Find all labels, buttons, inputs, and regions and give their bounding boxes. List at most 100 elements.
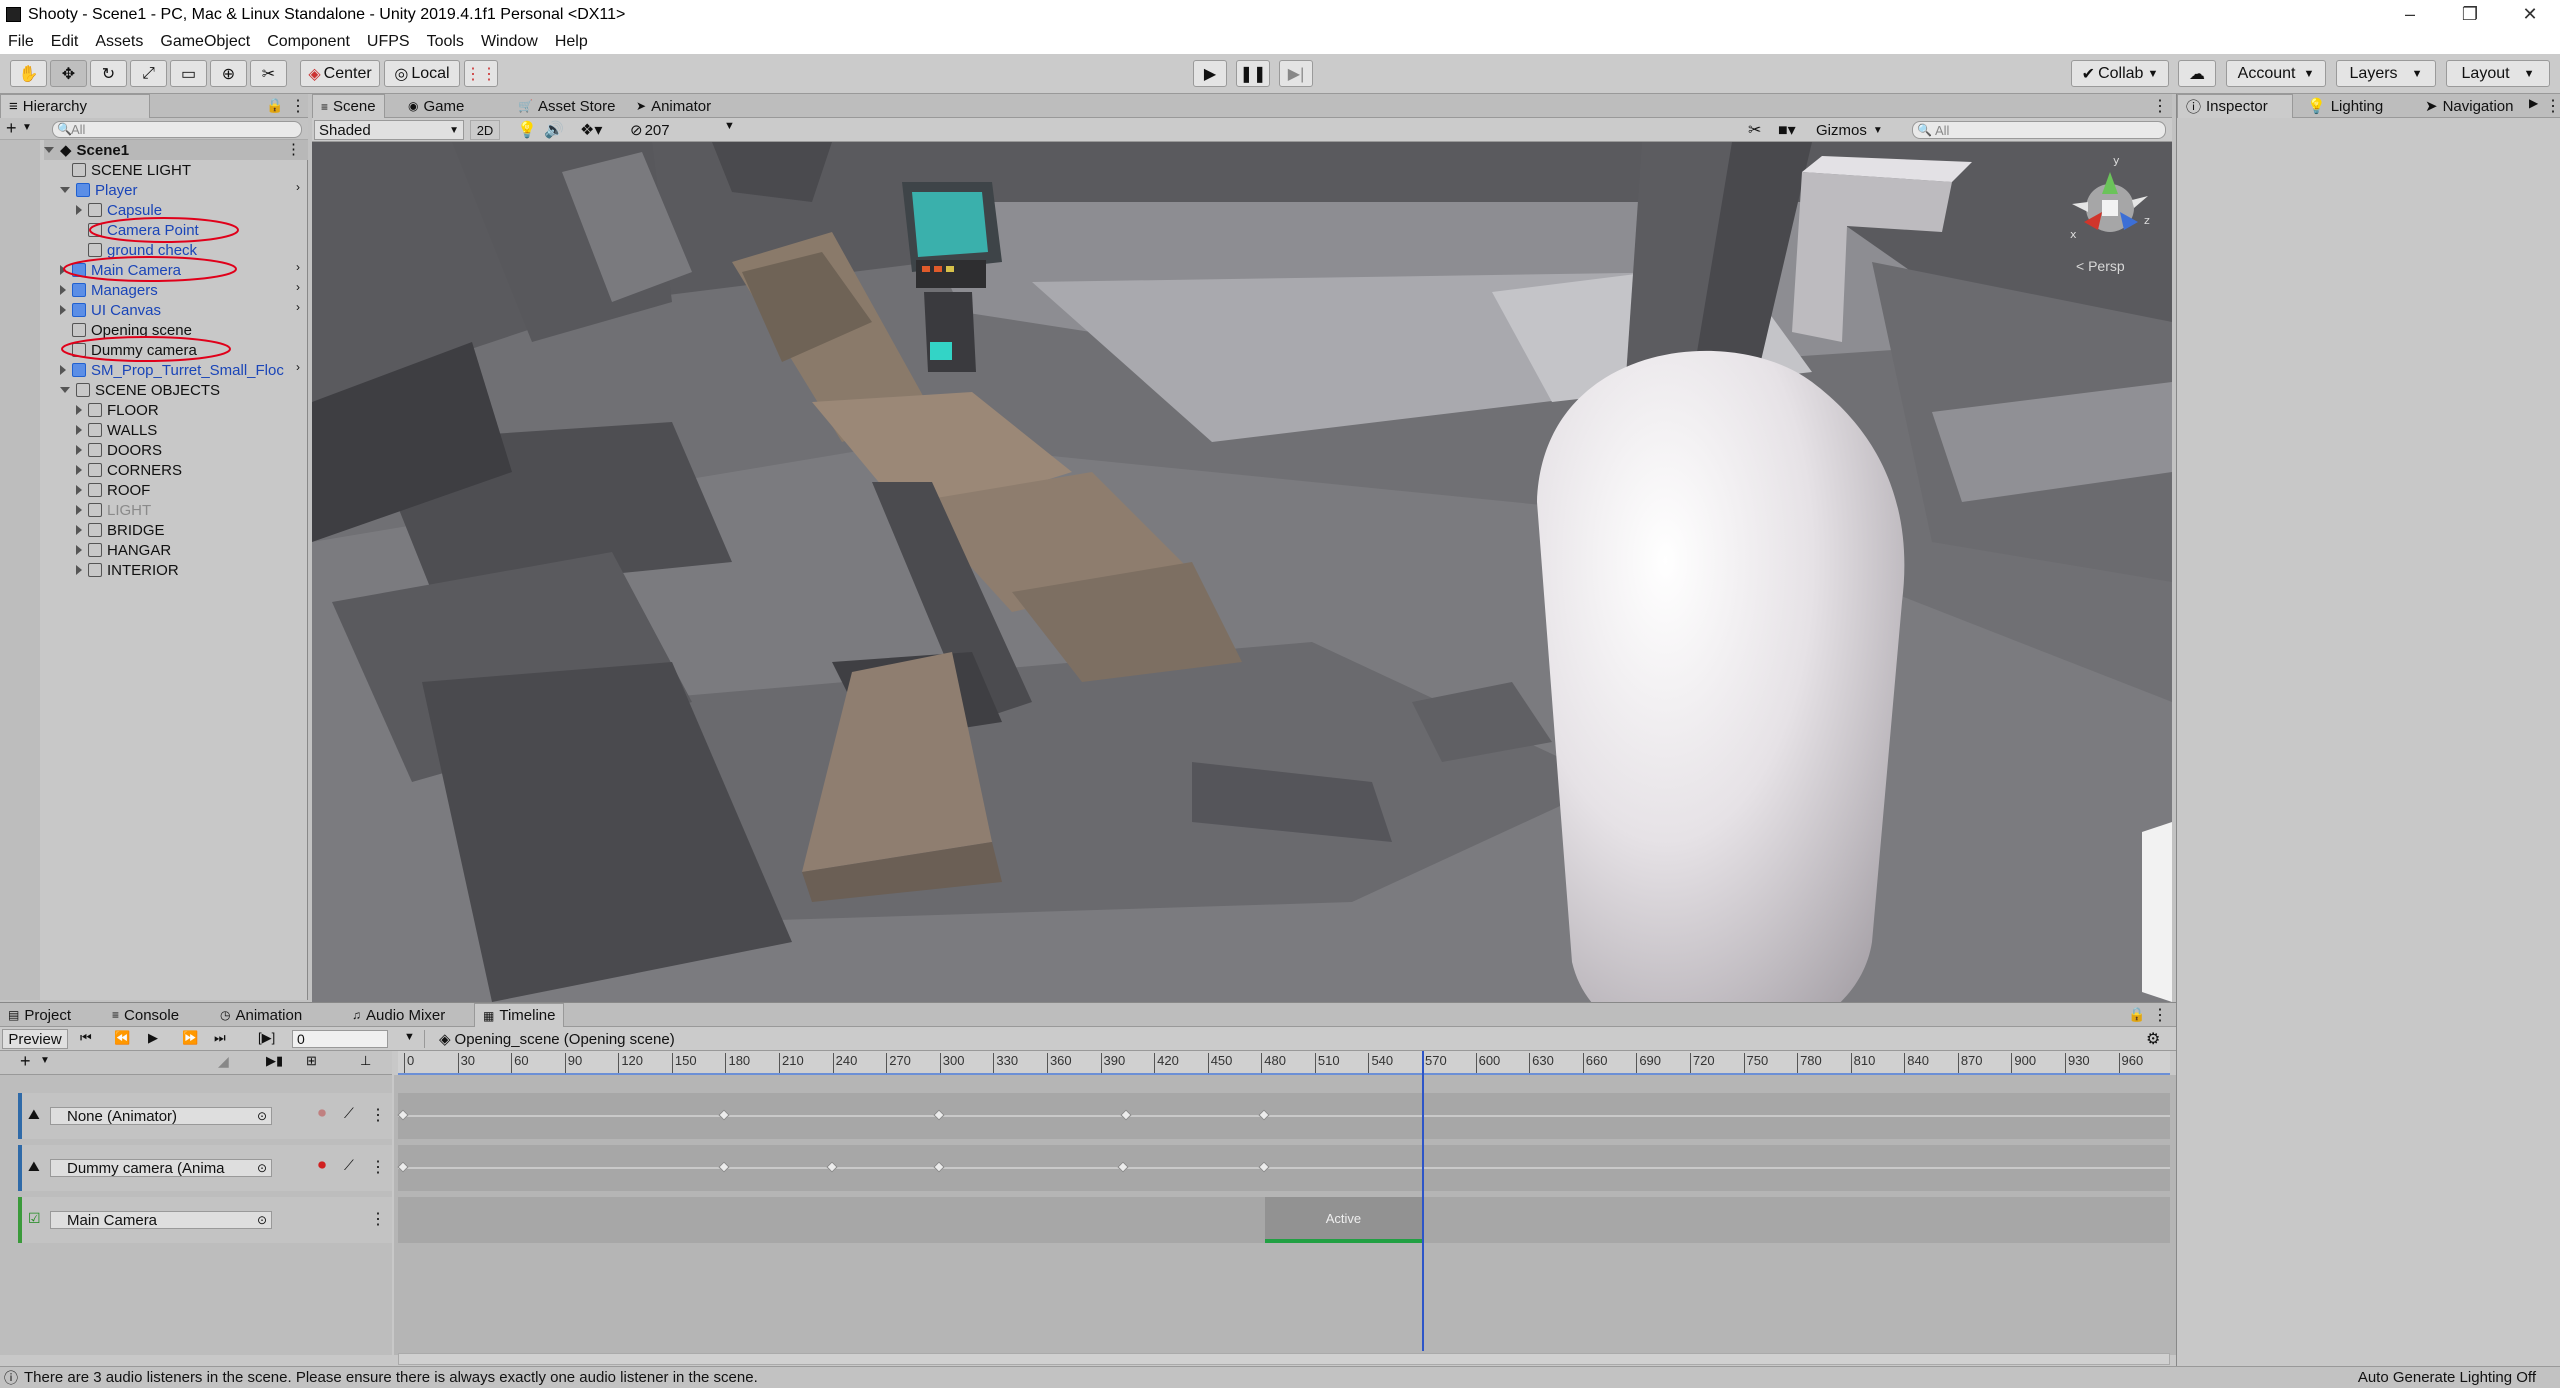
restore-button[interactable]: ❐: [2440, 0, 2500, 29]
menu-item-window[interactable]: Window: [481, 33, 538, 51]
hierarchy-item[interactable]: Camera Point: [76, 220, 199, 240]
expand-icon[interactable]: [44, 147, 54, 153]
tab-navigation[interactable]: ➤ Navigation: [2417, 94, 2521, 118]
scene-search-input[interactable]: 🔍 All: [1912, 121, 2166, 139]
effects-dropdown-icon[interactable]: ❖▾: [580, 120, 602, 140]
scene-root-row[interactable]: ◆ Scene1 ⋮: [44, 140, 308, 160]
chevron-down-icon[interactable]: ▼: [40, 1055, 50, 1066]
keyframe-marker[interactable]: [397, 1161, 409, 1173]
hierarchy-item[interactable]: Main Camera: [60, 260, 181, 280]
menu-item-gameobject[interactable]: GameObject: [160, 33, 250, 51]
timeline-asset-breadcrumb[interactable]: ◈ Opening_scene (Opening scene): [424, 1030, 694, 1048]
lock-icon[interactable]: 🔒: [266, 97, 283, 114]
timeline-track-lane[interactable]: Active: [398, 1197, 2170, 1243]
expand-icon[interactable]: [76, 445, 82, 455]
marker-icon[interactable]: ⊞: [306, 1053, 317, 1069]
previous-frame-icon[interactable]: ⏪: [114, 1030, 130, 1046]
layers-dropdown[interactable]: Layers ▼: [2336, 60, 2436, 87]
timeline-track-lane[interactable]: [397, 1093, 2170, 1139]
pin-icon[interactable]: ⊥: [360, 1053, 371, 1069]
chevron-right-icon[interactable]: ▶: [2529, 96, 2538, 110]
hierarchy-item[interactable]: ROOF: [76, 480, 150, 500]
move-tool-button[interactable]: ✥: [50, 60, 87, 87]
timeline-track-lane[interactable]: [397, 1145, 2170, 1191]
timeline-track-header[interactable]: ⛰ Dummy camera (Anima ⊙ ⏺ ⟋ ⋮: [18, 1145, 392, 1191]
menu-item-ufps[interactable]: UFPS: [367, 33, 410, 51]
add-track-plus-icon[interactable]: +: [20, 1051, 31, 1072]
expand-icon[interactable]: [60, 265, 66, 275]
play-icon[interactable]: ▶: [148, 1030, 158, 1046]
tab-console[interactable]: ≡ Console: [104, 1003, 187, 1027]
transform-tool-button[interactable]: ⊕: [210, 60, 247, 87]
expand-icon[interactable]: [76, 505, 82, 515]
track-binding-field[interactable]: Main Camera ⊙: [50, 1211, 272, 1229]
hierarchy-item[interactable]: Opening scene: [60, 320, 192, 340]
gizmos-dropdown[interactable]: Gizmos ▼: [1816, 120, 1888, 140]
camera-settings-icon[interactable]: ■▾: [1778, 120, 1796, 140]
record-icon[interactable]: ⏺: [318, 1105, 326, 1123]
inspector-menu-icon[interactable]: ⋮: [2545, 96, 2560, 116]
track-menu-icon[interactable]: ⋮: [370, 1157, 386, 1177]
hierarchy-item[interactable]: ground check: [76, 240, 197, 260]
expand-icon[interactable]: [60, 387, 70, 393]
hierarchy-item[interactable]: SCENE LIGHT: [60, 160, 191, 180]
layout-dropdown[interactable]: Layout ▼: [2446, 60, 2550, 87]
create-plus-icon[interactable]: +: [6, 118, 17, 139]
shading-mode-dropdown[interactable]: Shaded ▼: [314, 120, 464, 140]
chevron-right-icon[interactable]: ›: [296, 300, 300, 314]
tab-audio-mixer[interactable]: ♫ Audio Mixer: [344, 1003, 453, 1027]
rotate-tool-button[interactable]: ↻: [90, 60, 127, 87]
keyframe-marker[interactable]: [718, 1161, 731, 1173]
hierarchy-item[interactable]: Dummy camera: [60, 340, 197, 360]
menu-item-edit[interactable]: Edit: [51, 33, 79, 51]
custom-tool-button[interactable]: ✂: [250, 60, 287, 87]
menu-item-file[interactable]: File: [8, 33, 34, 51]
active-clip[interactable]: Active: [1264, 1197, 1422, 1243]
keyframe-marker[interactable]: [933, 1109, 945, 1121]
chevron-right-icon[interactable]: ›: [296, 280, 300, 294]
step-button[interactable]: ▶|: [1279, 60, 1313, 87]
object-picker-icon[interactable]: ⊙: [257, 1109, 267, 1123]
visibility-gutter[interactable]: [0, 140, 40, 1000]
chevron-down-icon[interactable]: ▼: [724, 120, 735, 132]
hierarchy-item[interactable]: WALLS: [76, 420, 157, 440]
hidden-objects-toggle[interactable]: ⊘ 207: [630, 120, 680, 140]
timeline-track-header[interactable]: ⛰ None (Animator) ⊙ ⏺ ⟋ ⋮: [18, 1093, 392, 1139]
hierarchy-item[interactable]: Player: [60, 180, 138, 200]
go-to-start-icon[interactable]: ⏮: [80, 1030, 92, 1046]
collab-dropdown[interactable]: ✔ Collab ▼: [2071, 60, 2169, 87]
tab-project[interactable]: ▤ Project: [0, 1003, 79, 1027]
minimize-button[interactable]: –: [2380, 0, 2440, 29]
play-button[interactable]: ▶: [1193, 60, 1227, 87]
lighting-toggle-icon[interactable]: 💡: [517, 120, 537, 140]
tab-lighting[interactable]: 💡 Lighting: [2299, 94, 2391, 118]
record-icon[interactable]: ⏺: [318, 1157, 326, 1175]
tab-game[interactable]: ◉ Game: [400, 94, 472, 118]
close-button[interactable]: ✕: [2500, 0, 2560, 29]
expand-icon[interactable]: [76, 485, 82, 495]
go-to-end-icon[interactable]: ⏭: [214, 1030, 226, 1046]
status-message[interactable]: There are 3 audio listeners in the scene…: [24, 1369, 758, 1386]
hierarchy-item[interactable]: Capsule: [76, 200, 162, 220]
object-picker-icon[interactable]: ⊙: [257, 1161, 267, 1175]
expand-icon[interactable]: [60, 365, 66, 375]
menu-item-component[interactable]: Component: [267, 33, 350, 51]
tab-animation[interactable]: ◷ Animation: [212, 1003, 310, 1027]
chevron-right-icon[interactable]: ›: [296, 360, 300, 374]
frame-field[interactable]: 0: [292, 1030, 388, 1048]
grid-snap-button[interactable]: ⋮⋮: [464, 60, 498, 87]
tab-animator[interactable]: ➤ Animator: [628, 94, 719, 118]
hierarchy-item[interactable]: LIGHT: [76, 500, 151, 520]
hierarchy-item[interactable]: BRIDGE: [76, 520, 165, 540]
hierarchy-item[interactable]: DOORS: [76, 440, 162, 460]
gear-icon[interactable]: ⚙: [2146, 1029, 2160, 1049]
menu-item-assets[interactable]: Assets: [95, 33, 143, 51]
auto-lighting-status[interactable]: Auto Generate Lighting Off: [2358, 1369, 2536, 1386]
preview-toggle[interactable]: Preview: [2, 1029, 68, 1049]
pivot-local-button[interactable]: ◎ Local: [384, 60, 460, 87]
scene-menu-icon[interactable]: ⋮: [286, 140, 301, 158]
tab-hierarchy[interactable]: ≡ Hierarchy: [0, 94, 150, 118]
hand-tool-button[interactable]: ✋: [10, 60, 47, 87]
hierarchy-item[interactable]: SM_Prop_Turret_Small_Floc: [60, 360, 284, 380]
pause-button[interactable]: ❚❚: [1236, 60, 1270, 87]
